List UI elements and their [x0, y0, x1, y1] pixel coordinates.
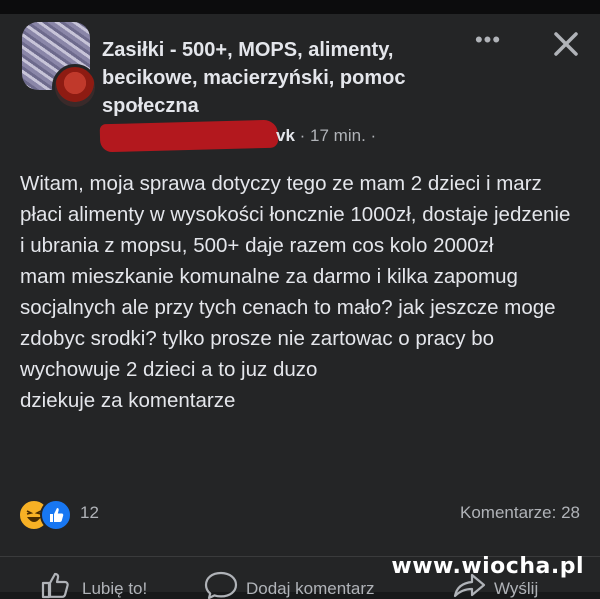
post-meta-text: vk · 17 min. · — [276, 126, 376, 146]
comment-icon — [204, 571, 238, 599]
like-button-label: Lubię to! — [82, 579, 148, 598]
post-meta: vk · 17 min. · — [99, 119, 400, 153]
more-options-button[interactable]: ••• — [468, 26, 508, 54]
like-button[interactable]: Lubię to! — [40, 571, 180, 599]
reaction-count: 12 — [80, 503, 99, 522]
author-name-fragment[interactable]: vk — [276, 126, 295, 145]
comment-button-label: Dodaj komentarz — [246, 579, 375, 598]
reactions-summary[interactable]: 12 — [18, 496, 218, 531]
post-time[interactable]: · 17 min. · — [300, 126, 377, 145]
top-bar — [0, 0, 600, 14]
group-name-link[interactable]: Zasiłki - 500+, MOPS, alimenty, becikowe… — [102, 36, 462, 120]
author-avatar[interactable] — [52, 64, 98, 110]
like-reaction-icon — [40, 499, 72, 531]
close-icon[interactable] — [546, 24, 586, 64]
comments-count-link[interactable]: Komentarze: 28 — [460, 503, 580, 523]
watermark-text: www.wiocha.pl — [391, 554, 584, 579]
author-name-redaction — [99, 119, 279, 153]
post-body-text: Witam, moja sprawa dotyczy tego ze mam 2… — [20, 172, 571, 412]
comment-button[interactable]: Dodaj komentarz — [204, 571, 414, 599]
thumbs-up-icon — [41, 572, 69, 599]
share-button-label: Wyślij — [494, 579, 539, 598]
